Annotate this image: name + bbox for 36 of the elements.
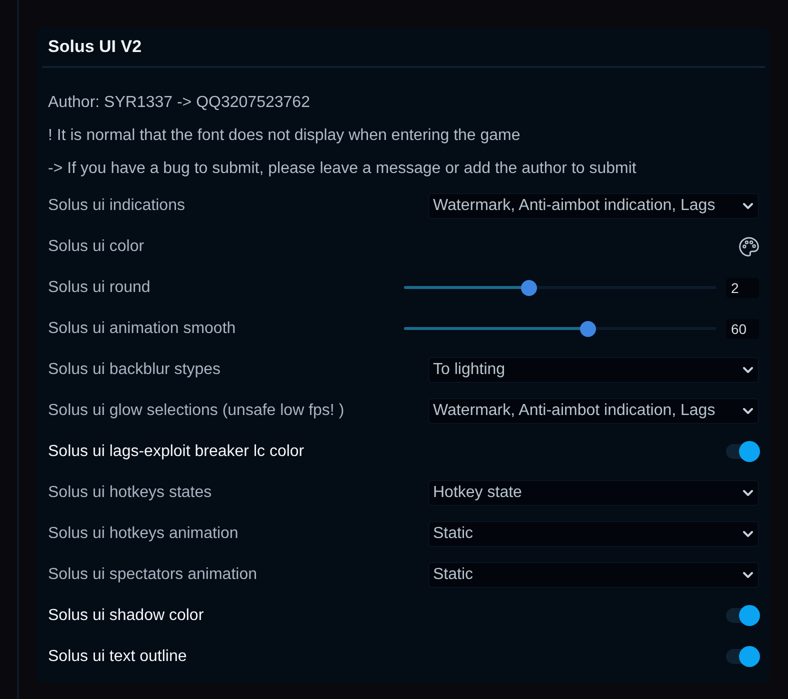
toggle-switch[interactable] bbox=[726, 441, 760, 462]
setting-label: Solus ui animation smooth bbox=[48, 320, 236, 338]
setting-label: Solus ui lags-exploit breaker lc color bbox=[48, 442, 304, 460]
toggle-switch[interactable] bbox=[726, 646, 760, 667]
setting-label: Solus ui color bbox=[48, 238, 144, 256]
dropdown[interactable]: Static bbox=[428, 562, 759, 588]
dropdown[interactable]: Watermark, Anti-aimbot indication, Lags bbox=[428, 192, 759, 218]
dropdown[interactable]: Hotkey state bbox=[428, 480, 759, 506]
panel-title: Solus UI V2 bbox=[48, 36, 142, 56]
chevron-down-icon bbox=[743, 408, 753, 414]
value-field[interactable]: 2 bbox=[726, 278, 759, 298]
chevron-down-icon bbox=[743, 202, 753, 208]
palette-icon[interactable] bbox=[738, 236, 760, 258]
setting-label: Solus ui hotkeys animation bbox=[48, 524, 238, 542]
dropdown[interactable]: Static bbox=[428, 520, 759, 546]
slider-thumb[interactable] bbox=[520, 280, 537, 296]
info-text: Author: SYR1337 -> QQ3207523762 bbox=[48, 93, 311, 113]
setting-label: Solus ui backblur stypes bbox=[48, 360, 221, 378]
chevron-down-icon bbox=[743, 490, 753, 496]
setting-label: Solus ui shadow color bbox=[48, 606, 204, 624]
dropdown[interactable]: Watermark, Anti-aimbot indication, Lags bbox=[428, 398, 759, 424]
setting-label: Solus ui indications bbox=[48, 196, 185, 214]
chevron-down-icon bbox=[743, 530, 753, 536]
setting-label: Solus ui hotkeys states bbox=[48, 484, 212, 502]
toggle-switch[interactable] bbox=[726, 605, 760, 626]
dropdown[interactable]: To lighting bbox=[428, 356, 759, 382]
info-text: ! It is normal that the font does not display when entering the game bbox=[48, 126, 522, 146]
chevron-down-icon bbox=[743, 366, 753, 372]
setting-label: Solus ui round bbox=[48, 278, 150, 296]
setting-label: Solus ui spectators animation bbox=[48, 566, 257, 584]
info-text: -> If you have a bug to submit, please leave a message or add the author to submit bbox=[48, 159, 638, 179]
setting-label: Solus ui text outline bbox=[48, 648, 187, 666]
value-field[interactable]: 60 bbox=[726, 318, 759, 338]
chevron-down-icon bbox=[743, 572, 753, 578]
slider-thumb[interactable] bbox=[580, 320, 596, 336]
setting-label: Solus ui glow selections (unsafe low fps! ) bbox=[48, 402, 344, 420]
